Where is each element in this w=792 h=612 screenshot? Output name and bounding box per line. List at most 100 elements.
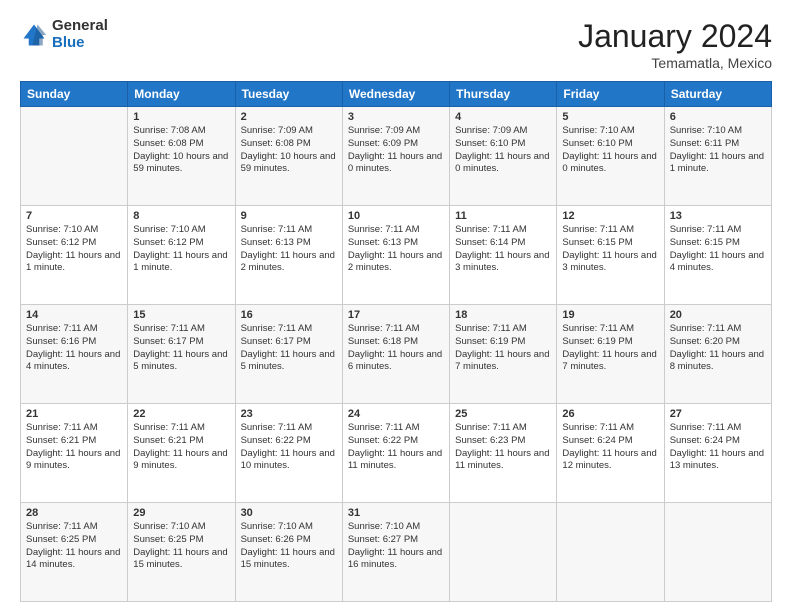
calendar-header: SundayMondayTuesdayWednesdayThursdayFrid… [21,82,772,107]
day-number: 24 [348,408,444,420]
day-number: 27 [670,408,766,420]
logo-general-text: General [52,18,108,35]
day-number: 3 [348,111,444,123]
title-block: January 2024 Temamatla, Mexico [578,18,772,71]
calendar-cell: 6 Sunrise: 7:10 AMSunset: 6:11 PMDayligh… [664,107,771,206]
day-number: 13 [670,210,766,222]
calendar-cell: 13 Sunrise: 7:11 AMSunset: 6:15 PMDaylig… [664,206,771,305]
calendar-cell: 7 Sunrise: 7:10 AMSunset: 6:12 PMDayligh… [21,206,128,305]
day-info: Sunrise: 7:10 AMSunset: 6:25 PMDaylight:… [133,521,229,572]
page: General Blue January 2024 Temamatla, Mex… [0,0,792,612]
calendar-week-row: 28 Sunrise: 7:11 AMSunset: 6:25 PMDaylig… [21,503,772,602]
calendar-cell: 16 Sunrise: 7:11 AMSunset: 6:17 PMDaylig… [235,305,342,404]
calendar-cell: 25 Sunrise: 7:11 AMSunset: 6:23 PMDaylig… [450,404,557,503]
day-number: 19 [562,309,658,321]
day-info: Sunrise: 7:11 AMSunset: 6:22 PMDaylight:… [348,422,444,473]
calendar-cell: 1 Sunrise: 7:08 AMSunset: 6:08 PMDayligh… [128,107,235,206]
calendar-cell: 9 Sunrise: 7:11 AMSunset: 6:13 PMDayligh… [235,206,342,305]
logo-icon [20,21,48,49]
day-number: 10 [348,210,444,222]
day-info: Sunrise: 7:11 AMSunset: 6:22 PMDaylight:… [241,422,337,473]
calendar-cell: 29 Sunrise: 7:10 AMSunset: 6:25 PMDaylig… [128,503,235,602]
day-number: 31 [348,507,444,519]
day-info: Sunrise: 7:10 AMSunset: 6:12 PMDaylight:… [133,224,229,275]
calendar-cell [664,503,771,602]
weekday-header: Friday [557,82,664,107]
calendar-cell: 17 Sunrise: 7:11 AMSunset: 6:18 PMDaylig… [342,305,449,404]
day-number: 5 [562,111,658,123]
day-info: Sunrise: 7:10 AMSunset: 6:12 PMDaylight:… [26,224,122,275]
day-info: Sunrise: 7:11 AMSunset: 6:21 PMDaylight:… [133,422,229,473]
logo: General Blue [20,18,108,51]
calendar-cell: 5 Sunrise: 7:10 AMSunset: 6:10 PMDayligh… [557,107,664,206]
weekday-header: Sunday [21,82,128,107]
day-number: 20 [670,309,766,321]
day-number: 17 [348,309,444,321]
day-info: Sunrise: 7:11 AMSunset: 6:14 PMDaylight:… [455,224,551,275]
weekday-header: Wednesday [342,82,449,107]
logo-text: General Blue [52,18,108,51]
day-info: Sunrise: 7:09 AMSunset: 6:09 PMDaylight:… [348,125,444,176]
calendar-cell: 30 Sunrise: 7:10 AMSunset: 6:26 PMDaylig… [235,503,342,602]
day-info: Sunrise: 7:11 AMSunset: 6:15 PMDaylight:… [562,224,658,275]
day-info: Sunrise: 7:11 AMSunset: 6:18 PMDaylight:… [348,323,444,374]
day-number: 4 [455,111,551,123]
calendar-cell: 12 Sunrise: 7:11 AMSunset: 6:15 PMDaylig… [557,206,664,305]
day-number: 8 [133,210,229,222]
calendar-cell: 14 Sunrise: 7:11 AMSunset: 6:16 PMDaylig… [21,305,128,404]
day-info: Sunrise: 7:11 AMSunset: 6:13 PMDaylight:… [348,224,444,275]
day-info: Sunrise: 7:11 AMSunset: 6:15 PMDaylight:… [670,224,766,275]
day-number: 12 [562,210,658,222]
day-info: Sunrise: 7:10 AMSunset: 6:11 PMDaylight:… [670,125,766,176]
day-number: 18 [455,309,551,321]
day-number: 23 [241,408,337,420]
day-number: 9 [241,210,337,222]
day-number: 6 [670,111,766,123]
calendar-week-row: 14 Sunrise: 7:11 AMSunset: 6:16 PMDaylig… [21,305,772,404]
day-info: Sunrise: 7:11 AMSunset: 6:19 PMDaylight:… [455,323,551,374]
calendar-week-row: 1 Sunrise: 7:08 AMSunset: 6:08 PMDayligh… [21,107,772,206]
day-number: 2 [241,111,337,123]
location: Temamatla, Mexico [578,55,772,71]
day-info: Sunrise: 7:09 AMSunset: 6:10 PMDaylight:… [455,125,551,176]
day-info: Sunrise: 7:11 AMSunset: 6:24 PMDaylight:… [670,422,766,473]
calendar-cell: 22 Sunrise: 7:11 AMSunset: 6:21 PMDaylig… [128,404,235,503]
day-number: 7 [26,210,122,222]
weekday-header: Monday [128,82,235,107]
day-number: 1 [133,111,229,123]
day-number: 15 [133,309,229,321]
calendar-cell: 11 Sunrise: 7:11 AMSunset: 6:14 PMDaylig… [450,206,557,305]
calendar-cell: 31 Sunrise: 7:10 AMSunset: 6:27 PMDaylig… [342,503,449,602]
day-info: Sunrise: 7:11 AMSunset: 6:16 PMDaylight:… [26,323,122,374]
day-number: 26 [562,408,658,420]
calendar-cell: 2 Sunrise: 7:09 AMSunset: 6:08 PMDayligh… [235,107,342,206]
calendar-cell: 3 Sunrise: 7:09 AMSunset: 6:09 PMDayligh… [342,107,449,206]
weekday-header: Thursday [450,82,557,107]
weekday-header: Tuesday [235,82,342,107]
day-number: 22 [133,408,229,420]
weekday-header: Saturday [664,82,771,107]
calendar-cell: 20 Sunrise: 7:11 AMSunset: 6:20 PMDaylig… [664,305,771,404]
day-info: Sunrise: 7:11 AMSunset: 6:17 PMDaylight:… [133,323,229,374]
calendar-cell: 21 Sunrise: 7:11 AMSunset: 6:21 PMDaylig… [21,404,128,503]
day-info: Sunrise: 7:11 AMSunset: 6:19 PMDaylight:… [562,323,658,374]
calendar-week-row: 21 Sunrise: 7:11 AMSunset: 6:21 PMDaylig… [21,404,772,503]
calendar-cell: 19 Sunrise: 7:11 AMSunset: 6:19 PMDaylig… [557,305,664,404]
day-info: Sunrise: 7:11 AMSunset: 6:17 PMDaylight:… [241,323,337,374]
calendar-table: SundayMondayTuesdayWednesdayThursdayFrid… [20,81,772,602]
calendar-cell [450,503,557,602]
month-title: January 2024 [578,18,772,55]
day-info: Sunrise: 7:10 AMSunset: 6:10 PMDaylight:… [562,125,658,176]
day-number: 14 [26,309,122,321]
day-number: 25 [455,408,551,420]
day-info: Sunrise: 7:11 AMSunset: 6:25 PMDaylight:… [26,521,122,572]
day-number: 16 [241,309,337,321]
day-number: 21 [26,408,122,420]
calendar-cell: 28 Sunrise: 7:11 AMSunset: 6:25 PMDaylig… [21,503,128,602]
day-info: Sunrise: 7:11 AMSunset: 6:20 PMDaylight:… [670,323,766,374]
calendar-cell: 4 Sunrise: 7:09 AMSunset: 6:10 PMDayligh… [450,107,557,206]
weekday-row: SundayMondayTuesdayWednesdayThursdayFrid… [21,82,772,107]
calendar-cell: 27 Sunrise: 7:11 AMSunset: 6:24 PMDaylig… [664,404,771,503]
day-info: Sunrise: 7:11 AMSunset: 6:23 PMDaylight:… [455,422,551,473]
calendar-cell: 26 Sunrise: 7:11 AMSunset: 6:24 PMDaylig… [557,404,664,503]
